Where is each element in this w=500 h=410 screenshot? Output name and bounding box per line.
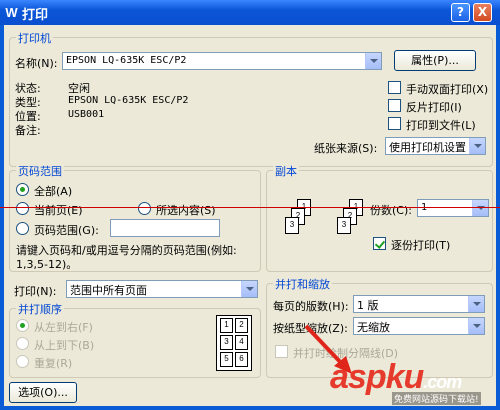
range-selection-label[interactable]: 所选内容(S) bbox=[156, 202, 216, 218]
page-range-input[interactable] bbox=[110, 219, 220, 237]
printer-group: 打印机 名称(N): EPSON LQ-635K ESC/P2 属性(P)...… bbox=[9, 30, 493, 167]
page-range-group-title: 页码范围 bbox=[16, 163, 64, 179]
range-selection-radio[interactable] bbox=[138, 202, 151, 215]
order-page: 6 bbox=[235, 352, 248, 367]
page-range-group: 页码范围 全部(A) 当前页(E) 所选内容(S) 页码范围(G): 请键入页码… bbox=[9, 163, 261, 272]
watermark-text: aspku bbox=[330, 358, 424, 396]
pages-per-sheet-select[interactable]: 1 版 bbox=[353, 295, 485, 313]
copies-count-label: 份数(C): bbox=[370, 204, 412, 217]
order-repeat-label[interactable]: 重复(R) bbox=[34, 355, 72, 371]
print-to-file-label[interactable]: 打印到文件(L) bbox=[406, 117, 476, 133]
window-title: 打印 bbox=[22, 8, 49, 23]
mirror-checkbox[interactable] bbox=[388, 99, 401, 112]
printer-name-select[interactable]: EPSON LQ-635K ESC/P2 bbox=[62, 52, 382, 70]
collate-page: 3 bbox=[285, 217, 299, 234]
page-range-hint-example: 1,3,5-12)。 bbox=[16, 258, 78, 271]
order-page: 2 bbox=[235, 318, 248, 333]
chevron-down-icon bbox=[365, 53, 381, 69]
draw-borders-checkbox[interactable] bbox=[275, 345, 288, 358]
properties-button[interactable]: 属性(P)... bbox=[394, 50, 476, 71]
printer-name-label: 名称(N): bbox=[15, 57, 58, 70]
help-button[interactable]: ? bbox=[451, 3, 470, 22]
dialog-body: 打印机 名称(N): EPSON LQ-635K ESC/P2 属性(P)...… bbox=[4, 25, 496, 406]
order-left-right-label[interactable]: 从左到右(F) bbox=[34, 319, 93, 335]
paper-source-select[interactable]: 使用打印机设置 bbox=[385, 137, 486, 155]
annotation-red-line bbox=[0, 207, 500, 208]
range-all-label[interactable]: 全部(A) bbox=[34, 183, 72, 199]
title-bar[interactable]: W 打印 ? X bbox=[0, 0, 500, 25]
watermark-subtitle: 免费网站源码下载站! bbox=[392, 392, 481, 405]
print-order-group: 并打顺序 从左到右(F) 从上到下(B) 重复(R) 1 2 3 4 5 6 bbox=[9, 301, 261, 378]
print-what-label: 打印(N): bbox=[14, 285, 57, 298]
pages-per-sheet-label: 每页的版数(H): bbox=[273, 300, 349, 313]
print-dialog: W 打印 ? X 打印机 名称(N): EPSON LQ-635K ESC/P2… bbox=[0, 0, 500, 410]
order-top-bottom-label[interactable]: 从上到下(B) bbox=[34, 337, 94, 353]
duplex-label[interactable]: 手动双面打印(X) bbox=[406, 81, 488, 97]
order-page: 5 bbox=[220, 352, 233, 367]
order-page: 4 bbox=[235, 335, 248, 350]
status-value: 空闲 bbox=[68, 82, 90, 95]
range-pages-label[interactable]: 页码范围(G): bbox=[34, 222, 99, 238]
order-left-right-radio[interactable] bbox=[16, 319, 29, 332]
location-value: USB001 bbox=[68, 109, 105, 120]
copies-group: 副本 份数(C): 1 1 2 3 1 2 3 逐份打印(T) bbox=[266, 163, 493, 272]
scale-select[interactable]: 无缩放 bbox=[353, 317, 485, 335]
printer-name-value: EPSON LQ-635K ESC/P2 bbox=[66, 55, 187, 66]
spinner-icon[interactable] bbox=[472, 200, 488, 216]
order-repeat-radio[interactable] bbox=[16, 355, 29, 368]
paper-source-label: 纸张来源(S): bbox=[314, 142, 378, 155]
options-button[interactable]: 选项(O)... bbox=[9, 382, 77, 403]
duplex-checkbox[interactable] bbox=[388, 81, 401, 94]
type-value: EPSON LQ-635K ESC/P2 bbox=[68, 95, 189, 106]
app-icon: W bbox=[5, 5, 18, 20]
comment-label: 备注: bbox=[15, 124, 41, 137]
copies-group-title: 副本 bbox=[273, 163, 299, 179]
printer-group-title: 打印机 bbox=[16, 30, 53, 46]
paper-source-value: 使用打印机设置 bbox=[389, 141, 466, 154]
print-to-file-checkbox[interactable] bbox=[388, 117, 401, 130]
order-top-bottom-radio[interactable] bbox=[16, 337, 29, 350]
chevron-down-icon bbox=[241, 281, 257, 297]
range-all-radio[interactable] bbox=[16, 183, 29, 196]
copies-count-input[interactable]: 1 bbox=[417, 199, 489, 217]
print-what-value: 范围中所有页面 bbox=[70, 284, 147, 297]
order-preview: 1 2 3 4 5 6 bbox=[216, 315, 252, 371]
chevron-down-icon bbox=[469, 138, 485, 154]
print-order-group-title: 并打顺序 bbox=[16, 301, 64, 317]
collate-label[interactable]: 逐份打印(T) bbox=[391, 237, 450, 253]
range-current-label[interactable]: 当前页(E) bbox=[34, 202, 83, 218]
order-page: 1 bbox=[220, 318, 233, 333]
close-button[interactable]: X bbox=[473, 3, 492, 22]
mirror-label[interactable]: 反片打印(I) bbox=[406, 99, 462, 115]
scale-value: 无缩放 bbox=[357, 321, 390, 334]
collate-checkbox[interactable] bbox=[373, 237, 386, 250]
chevron-down-icon bbox=[468, 318, 484, 334]
zoom-group-title: 并打和缩放 bbox=[273, 276, 332, 292]
range-pages-radio[interactable] bbox=[16, 222, 29, 235]
range-current-radio[interactable] bbox=[16, 202, 29, 215]
watermark-suffix: .com bbox=[423, 372, 462, 392]
order-page: 3 bbox=[220, 335, 233, 350]
collate-page: 3 bbox=[337, 217, 351, 234]
print-what-select[interactable]: 范围中所有页面 bbox=[66, 280, 258, 298]
chevron-down-icon bbox=[468, 296, 484, 312]
pages-per-sheet-value: 1 版 bbox=[357, 299, 379, 312]
